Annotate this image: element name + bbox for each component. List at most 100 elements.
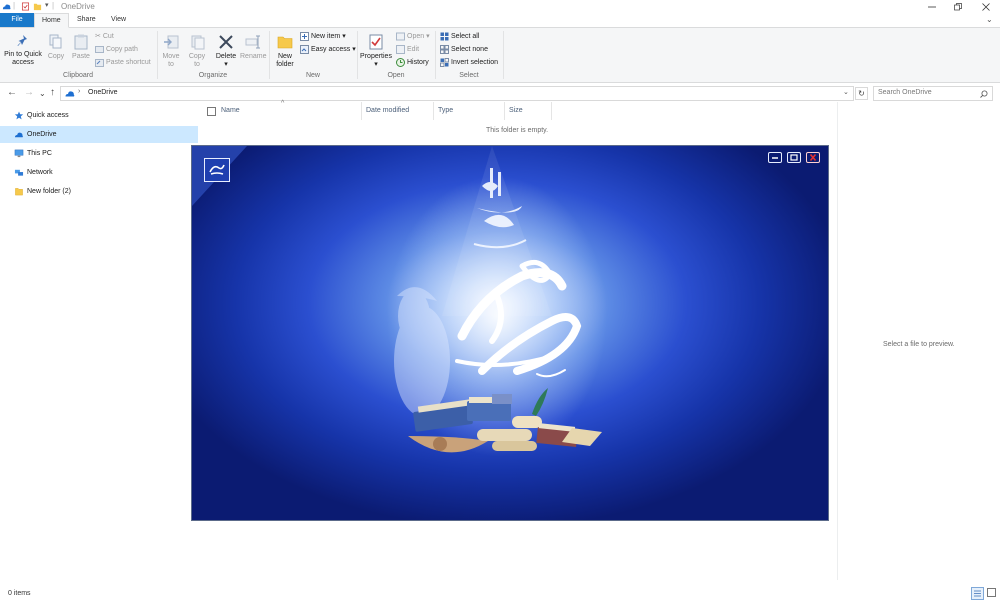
- copy-to-label-1: Copy: [188, 53, 206, 60]
- new-folder-quick-icon[interactable]: [33, 2, 42, 11]
- new-folder-icon: [277, 36, 293, 49]
- sidebar-item-onedrive[interactable]: OneDrive: [0, 126, 198, 143]
- address-bar[interactable]: › OneDrive ⌄: [60, 86, 854, 101]
- splash-window: [191, 145, 829, 521]
- up-arrow-icon[interactable]: ↑: [50, 87, 55, 98]
- open-label: Open: [407, 33, 425, 40]
- properties-label: Properties: [360, 53, 392, 60]
- organize-group-label: Organize: [198, 72, 228, 79]
- paste-icon: [74, 34, 88, 50]
- open-button[interactable]: Open ▾: [396, 31, 430, 42]
- delete-dropdown-icon[interactable]: ▾: [214, 61, 238, 69]
- breadcrumb-chevron-icon[interactable]: ›: [78, 88, 80, 95]
- delete-button[interactable]: Delete ▾: [214, 34, 238, 69]
- edit-button[interactable]: Edit: [396, 44, 419, 55]
- properties-button[interactable]: Properties ▾: [359, 34, 393, 69]
- easy-access-button[interactable]: Easy access ▾: [300, 44, 356, 55]
- tab-share[interactable]: Share: [70, 13, 103, 27]
- cut-button[interactable]: ✂ Cut: [95, 31, 114, 42]
- invert-selection-button[interactable]: Invert selection: [440, 57, 498, 68]
- ribbon-collapse-icon[interactable]: ⌄: [986, 15, 993, 24]
- move-to-icon: [164, 35, 179, 49]
- calligraphy-books-artwork: [192, 146, 607, 456]
- move-to-label-2: to: [168, 61, 174, 68]
- splash-minimize-icon[interactable]: [768, 152, 782, 163]
- breadcrumb-onedrive[interactable]: OneDrive: [88, 89, 118, 96]
- restore-icon[interactable]: [946, 0, 970, 13]
- history-button[interactable]: History: [396, 57, 429, 68]
- close-icon[interactable]: [974, 0, 998, 13]
- paste-button[interactable]: Paste: [70, 34, 92, 61]
- details-view-icon[interactable]: [971, 587, 984, 600]
- star-icon: [14, 111, 24, 120]
- refresh-icon[interactable]: ↻: [855, 87, 868, 100]
- rename-button[interactable]: Rename: [240, 34, 266, 61]
- large-icons-view-icon[interactable]: [986, 587, 997, 598]
- sidebar-item-network[interactable]: Network: [0, 164, 198, 181]
- sidebar-item-label: This PC: [27, 150, 52, 157]
- column-separator: [361, 102, 362, 120]
- copy-icon: [49, 34, 62, 49]
- item-count: 0 items: [8, 590, 31, 597]
- column-header-name[interactable]: Name: [221, 107, 240, 114]
- quick-access-dropdown-icon[interactable]: ▾: [45, 1, 49, 9]
- properties-quick-icon[interactable]: [21, 2, 30, 11]
- history-label: History: [407, 59, 429, 66]
- search-placeholder: Search OneDrive: [878, 89, 932, 96]
- sidebar-item-label: Network: [27, 169, 53, 176]
- splash-maximize-icon[interactable]: [787, 152, 801, 163]
- sidebar-item-this-pc[interactable]: This PC: [0, 145, 198, 162]
- copy-button[interactable]: Copy: [46, 34, 66, 61]
- select-all-checkbox[interactable]: [207, 107, 216, 116]
- copy-path-button[interactable]: Copy path: [95, 44, 138, 55]
- copy-to-icon: [191, 35, 205, 50]
- sidebar-item-quick-access[interactable]: Quick access: [0, 107, 198, 124]
- minimize-icon[interactable]: [920, 0, 944, 13]
- delete-label: Delete: [215, 53, 237, 60]
- sidebar-item-label: OneDrive: [27, 131, 57, 138]
- column-header-size[interactable]: Size: [509, 107, 523, 114]
- column-separator: [433, 102, 434, 120]
- rename-icon: [245, 35, 260, 49]
- easy-access-dropdown-icon: ▾: [352, 46, 356, 53]
- paste-shortcut-icon: [95, 58, 104, 67]
- cloud-icon: [14, 132, 23, 138]
- back-arrow-icon[interactable]: ←: [7, 87, 17, 98]
- paste-shortcut-button[interactable]: Paste shortcut: [95, 57, 151, 68]
- column-header-type[interactable]: Type: [438, 107, 453, 114]
- column-separator: [551, 102, 552, 120]
- search-input[interactable]: Search OneDrive: [873, 86, 993, 101]
- invert-selection-label: Invert selection: [451, 59, 499, 66]
- splash-close-icon[interactable]: [806, 152, 820, 163]
- sidebar-item-new-folder-2[interactable]: New folder (2): [0, 183, 198, 200]
- select-none-button[interactable]: Select none: [440, 44, 488, 55]
- pin-label-2: access: [12, 59, 34, 66]
- empty-folder-message: This folder is empty.: [486, 127, 549, 134]
- select-none-icon: [440, 45, 449, 54]
- select-none-label: Select none: [451, 46, 488, 53]
- new-folder-button[interactable]: New folder: [273, 34, 297, 69]
- select-all-icon: [440, 32, 449, 41]
- tab-file[interactable]: File: [0, 13, 34, 27]
- new-item-button[interactable]: New item ▾: [300, 31, 346, 42]
- new-folder-label-1: New: [277, 53, 292, 60]
- sort-ascending-icon: ^: [281, 100, 285, 107]
- sidebar-item-label: Quick access: [27, 112, 69, 119]
- edit-icon: [396, 45, 405, 54]
- tab-view[interactable]: View: [104, 13, 133, 27]
- recent-locations-icon[interactable]: ⌄: [39, 89, 46, 98]
- move-to-button[interactable]: Move to: [160, 34, 182, 69]
- forward-arrow-icon[interactable]: →: [24, 87, 34, 98]
- sidebar-item-label: New folder (2): [27, 188, 71, 195]
- search-icon[interactable]: [980, 90, 988, 98]
- column-header-date-modified[interactable]: Date modified: [366, 107, 409, 114]
- address-dropdown-icon[interactable]: ⌄: [843, 88, 849, 96]
- easy-access-label: Easy access: [311, 46, 351, 53]
- properties-dropdown-icon[interactable]: ▾: [359, 61, 393, 69]
- tab-home[interactable]: Home: [34, 13, 69, 28]
- copy-to-button[interactable]: Copy to: [186, 34, 208, 69]
- pin-to-quick-access-button[interactable]: Pin to Quick access: [3, 34, 43, 67]
- title-bar: | ▾ | OneDrive: [0, 0, 1000, 13]
- copy-path-label: Copy path: [106, 46, 138, 53]
- select-all-button[interactable]: Select all: [440, 31, 479, 42]
